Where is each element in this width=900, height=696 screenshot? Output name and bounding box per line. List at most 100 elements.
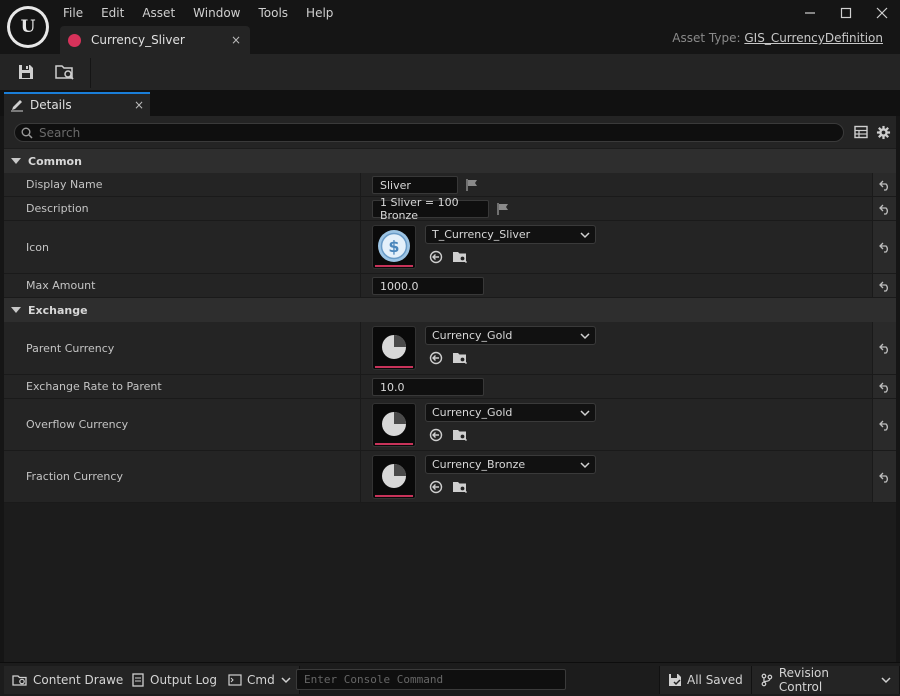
property-label: Parent Currency <box>26 341 115 355</box>
column-splitter[interactable] <box>360 451 361 502</box>
reset-to-default-button[interactable] <box>872 399 896 450</box>
folder-search-icon <box>453 353 468 365</box>
use-selected-asset-button[interactable] <box>428 427 444 443</box>
category-exchange[interactable]: Exchange <box>4 298 896 322</box>
asset-type-link[interactable]: GIS_CurrencyDefinition <box>744 31 883 45</box>
column-splitter[interactable] <box>360 274 361 297</box>
save-status-button[interactable]: All Saved <box>659 666 752 694</box>
column-splitter[interactable] <box>360 322 361 374</box>
column-splitter[interactable] <box>360 221 361 273</box>
browse-asset-button[interactable] <box>452 479 468 495</box>
use-selected-asset-button[interactable] <box>428 479 444 495</box>
reset-arrow-icon <box>878 343 888 354</box>
reset-to-default-button[interactable] <box>872 322 896 374</box>
close-window-button[interactable] <box>864 0 900 26</box>
column-splitter[interactable] <box>360 197 361 220</box>
close-icon <box>876 7 888 19</box>
asset-thumbnail[interactable] <box>372 403 416 447</box>
content-drawer-button[interactable]: Content Drawer <box>4 666 138 694</box>
chevron-down-icon <box>575 409 595 417</box>
save-button[interactable] <box>12 58 40 86</box>
expand-arrow-icon <box>11 307 21 313</box>
reset-to-default-button[interactable] <box>872 173 896 196</box>
settings-button[interactable] <box>875 124 891 140</box>
icon-asset-picker[interactable]: T_Currency_Sliver <box>425 225 596 244</box>
reset-to-default-button[interactable] <box>872 274 896 297</box>
details-panel: Common Display Name Sliver Description 1… <box>4 116 896 662</box>
parent-currency-picker[interactable]: Currency_Gold <box>425 326 596 345</box>
category-common[interactable]: Common <box>4 149 896 173</box>
overflow-currency-value: Currency_Gold <box>432 406 513 419</box>
row-exchange-rate: Exchange Rate to Parent 10.0 <box>4 375 896 399</box>
description-field[interactable]: 1 Sliver = 100 Bronze <box>372 196 489 222</box>
property-label: Display Name <box>26 178 103 191</box>
menu-asset[interactable]: Asset <box>133 0 184 26</box>
column-splitter[interactable] <box>360 399 361 450</box>
reset-arrow-icon <box>878 420 888 431</box>
console-command-input[interactable] <box>304 673 554 686</box>
panel-tab-bar: Details × <box>0 90 900 116</box>
toolbar <box>0 54 900 90</box>
asset-type: Asset Type: GIS_CurrencyDefinition <box>672 31 883 45</box>
minimize-button[interactable] <box>792 0 828 26</box>
details-tab-close-button[interactable]: × <box>128 98 150 112</box>
row-display-name: Display Name Sliver <box>4 173 896 197</box>
chevron-down-icon <box>575 461 595 469</box>
menu-help[interactable]: Help <box>297 0 342 26</box>
browse-to-asset-button[interactable] <box>51 58 79 86</box>
reset-arrow-icon <box>878 472 888 483</box>
maximize-icon <box>840 7 852 19</box>
tab-details[interactable]: Details × <box>4 92 150 116</box>
menu-window[interactable]: Window <box>184 0 249 26</box>
column-splitter[interactable] <box>360 375 361 398</box>
branch-icon <box>761 673 773 687</box>
minimize-icon <box>805 12 815 14</box>
reset-to-default-button[interactable] <box>872 197 896 220</box>
svg-text:$: $ <box>388 237 399 256</box>
use-selected-icon <box>429 480 443 494</box>
row-icon: Icon $ T_Currency_Sliver <box>4 221 896 274</box>
menu-file[interactable]: File <box>54 0 92 26</box>
asset-thumbnail[interactable] <box>372 455 416 499</box>
menu-edit[interactable]: Edit <box>92 0 133 26</box>
currency-asset-icon <box>68 33 81 47</box>
use-selected-asset-button[interactable] <box>428 249 444 265</box>
use-selected-asset-button[interactable] <box>428 350 444 366</box>
browse-asset-button[interactable] <box>452 350 468 366</box>
property-label: Icon <box>26 240 49 254</box>
asset-type-color-bar <box>375 366 413 368</box>
reset-to-default-button[interactable] <box>872 221 896 273</box>
overflow-currency-picker[interactable]: Currency_Gold <box>425 403 596 422</box>
fraction-currency-picker[interactable]: Currency_Bronze <box>425 455 596 474</box>
max-amount-field[interactable]: 1000.0 <box>372 277 484 295</box>
output-log-button[interactable]: Output Log <box>123 666 226 694</box>
console-input-box <box>296 669 566 690</box>
localization-flag-icon[interactable] <box>496 202 510 216</box>
use-selected-icon <box>429 250 443 264</box>
toolbar-separator <box>90 58 91 88</box>
revision-control-label: Revision Control <box>778 666 829 694</box>
reset-to-default-button[interactable] <box>872 451 896 502</box>
reset-to-default-button[interactable] <box>872 375 896 398</box>
display-name-field[interactable]: Sliver <box>372 176 458 194</box>
asset-editor-tab[interactable]: Currency_Sliver × <box>60 26 250 54</box>
browse-asset-button[interactable] <box>452 427 468 443</box>
unreal-logo-icon[interactable]: U <box>7 6 49 48</box>
view-options-button[interactable] <box>853 124 869 140</box>
chevron-down-icon <box>281 677 291 684</box>
menu-tools[interactable]: Tools <box>249 0 297 26</box>
icon-thumbnail[interactable]: $ <box>372 225 416 269</box>
cmd-selector[interactable]: Cmd <box>220 666 300 694</box>
maximize-button[interactable] <box>828 0 864 26</box>
localization-flag-icon[interactable] <box>465 178 479 192</box>
asset-tab-close-button[interactable]: × <box>226 33 246 47</box>
pie-asset-icon <box>382 335 406 359</box>
exchange-rate-field[interactable]: 10.0 <box>372 378 484 396</box>
column-splitter[interactable] <box>360 173 361 196</box>
asset-thumbnail[interactable] <box>372 326 416 370</box>
revision-control-button[interactable]: Revision Control <box>752 666 900 694</box>
search-input[interactable] <box>39 125 819 140</box>
pie-asset-icon <box>382 412 406 436</box>
browse-asset-button[interactable] <box>452 249 468 265</box>
folder-search-icon <box>453 430 468 442</box>
